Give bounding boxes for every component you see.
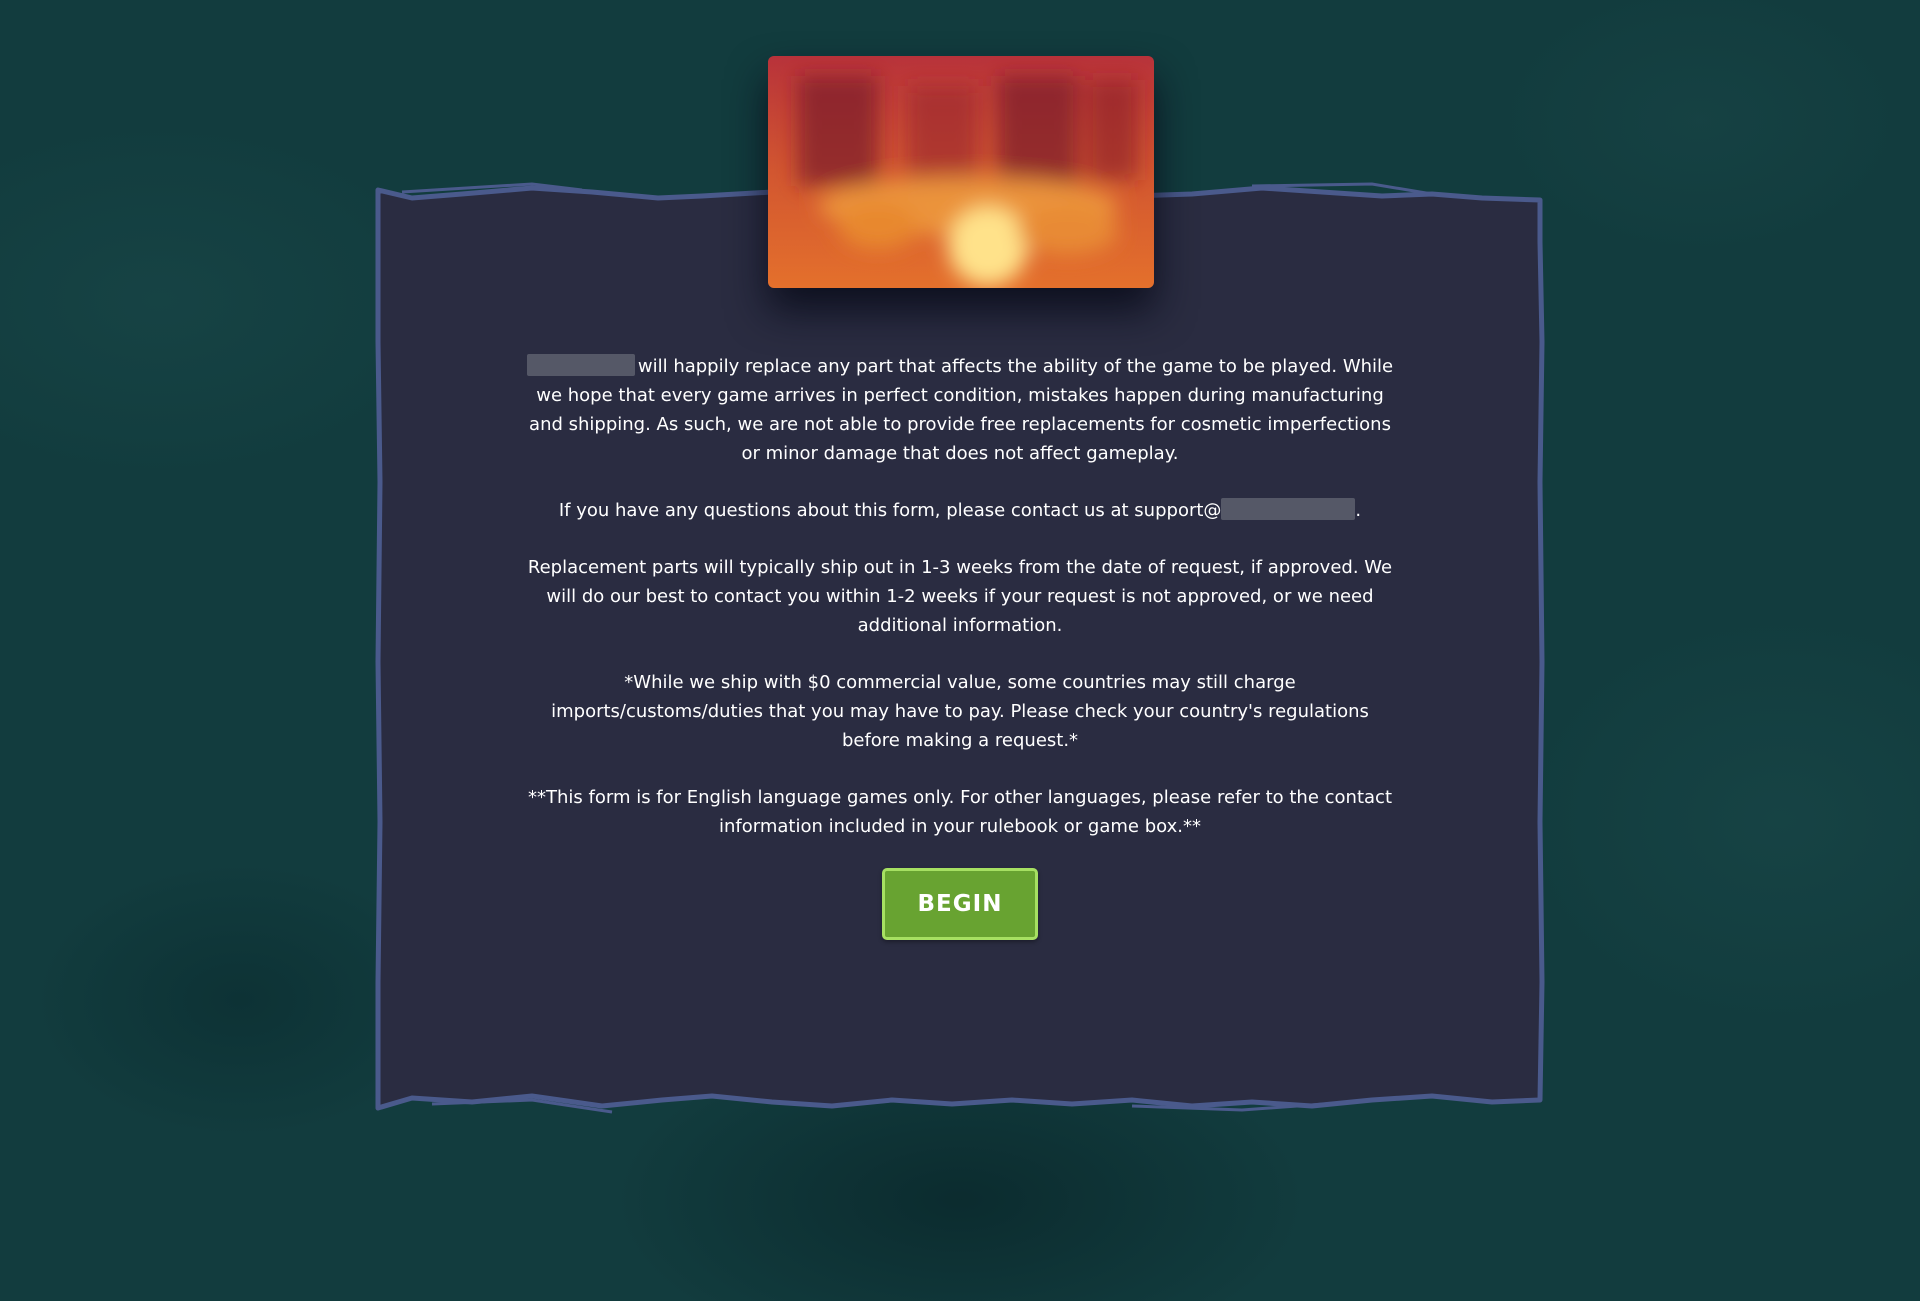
game-logo bbox=[768, 56, 1154, 288]
customs-note: *While we ship with $0 commercial value,… bbox=[551, 672, 1369, 751]
intro-text: will happily replace any part that affec… bbox=[529, 356, 1394, 464]
contact-text: If you have any questions about this for… bbox=[558, 500, 1222, 521]
redacted-email-domain bbox=[1221, 498, 1356, 520]
contact-paragraph: If you have any questions about this for… bbox=[520, 496, 1400, 525]
intro-content: will happily replace any part that affec… bbox=[520, 352, 1400, 869]
game-logo-icon bbox=[768, 56, 1154, 288]
language-note: **This form is for English language game… bbox=[528, 787, 1392, 837]
intro-paragraph: will happily replace any part that affec… bbox=[520, 352, 1400, 468]
redacted-company-name bbox=[526, 354, 635, 376]
shipping-note: Replacement parts will typically ship ou… bbox=[527, 557, 1393, 636]
contact-suffix: . bbox=[1355, 500, 1362, 521]
begin-button[interactable]: BEGIN bbox=[882, 868, 1038, 940]
